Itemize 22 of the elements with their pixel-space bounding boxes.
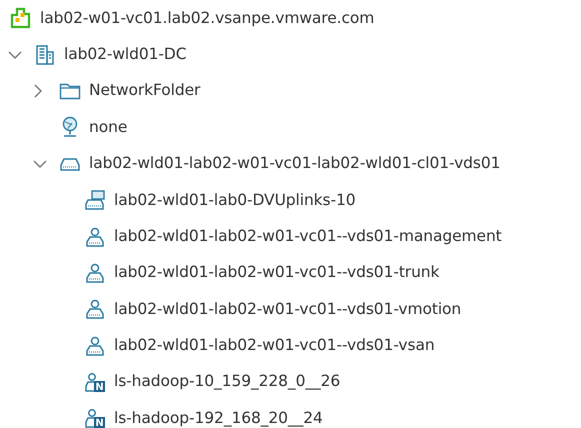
tree-item-label[interactable]: ls-hadoop-192_168_20__24 bbox=[114, 406, 323, 428]
port-group-icon bbox=[84, 262, 106, 284]
vcenter-icon bbox=[10, 7, 32, 30]
tree-item-label[interactable]: ls-hadoop-10_159_228_0__26 bbox=[114, 370, 340, 394]
port-group-icon bbox=[84, 298, 106, 320]
tree-item-label[interactable]: lab02-wld01-lab02-w01-vc01--vds01-management bbox=[114, 224, 502, 248]
port-group-icon bbox=[84, 226, 106, 248]
tree-item-label[interactable]: lab02-wld01-lab02-w01-vc01-lab02-wld01-cl01-vds01 bbox=[89, 152, 500, 176]
tree-item-label[interactable]: lab02-wld01-lab02-w01-vc01--vds01-vmotion bbox=[114, 298, 462, 321]
tree-item-label[interactable]: none bbox=[89, 116, 128, 139]
tree-item-label[interactable]: lab02-wld01-lab02-w01-vc01--vds01-trunk bbox=[114, 261, 440, 285]
uplink-icon bbox=[84, 189, 106, 212]
collapse-caret-icon[interactable] bbox=[33, 158, 47, 169]
tree-item-label[interactable]: lab02-wld01-lab02-w01-vc01--vds01-vsan bbox=[114, 334, 435, 358]
tree-item-label[interactable]: lab02-wld01-lab0-DVUplinks-10 bbox=[114, 188, 356, 212]
tree-item-label[interactable]: lab02-w01-vc01.lab02.vsanpe.vmware.com bbox=[40, 6, 374, 30]
collapse-caret-icon[interactable] bbox=[8, 50, 22, 60]
expand-caret-icon[interactable] bbox=[33, 84, 43, 98]
port-group-icon bbox=[84, 334, 106, 357]
tree-item-label[interactable]: NetworkFolder bbox=[89, 79, 200, 103]
tree-item-label[interactable]: lab02-wld01-DC bbox=[64, 42, 186, 66]
building-icon bbox=[34, 44, 56, 66]
